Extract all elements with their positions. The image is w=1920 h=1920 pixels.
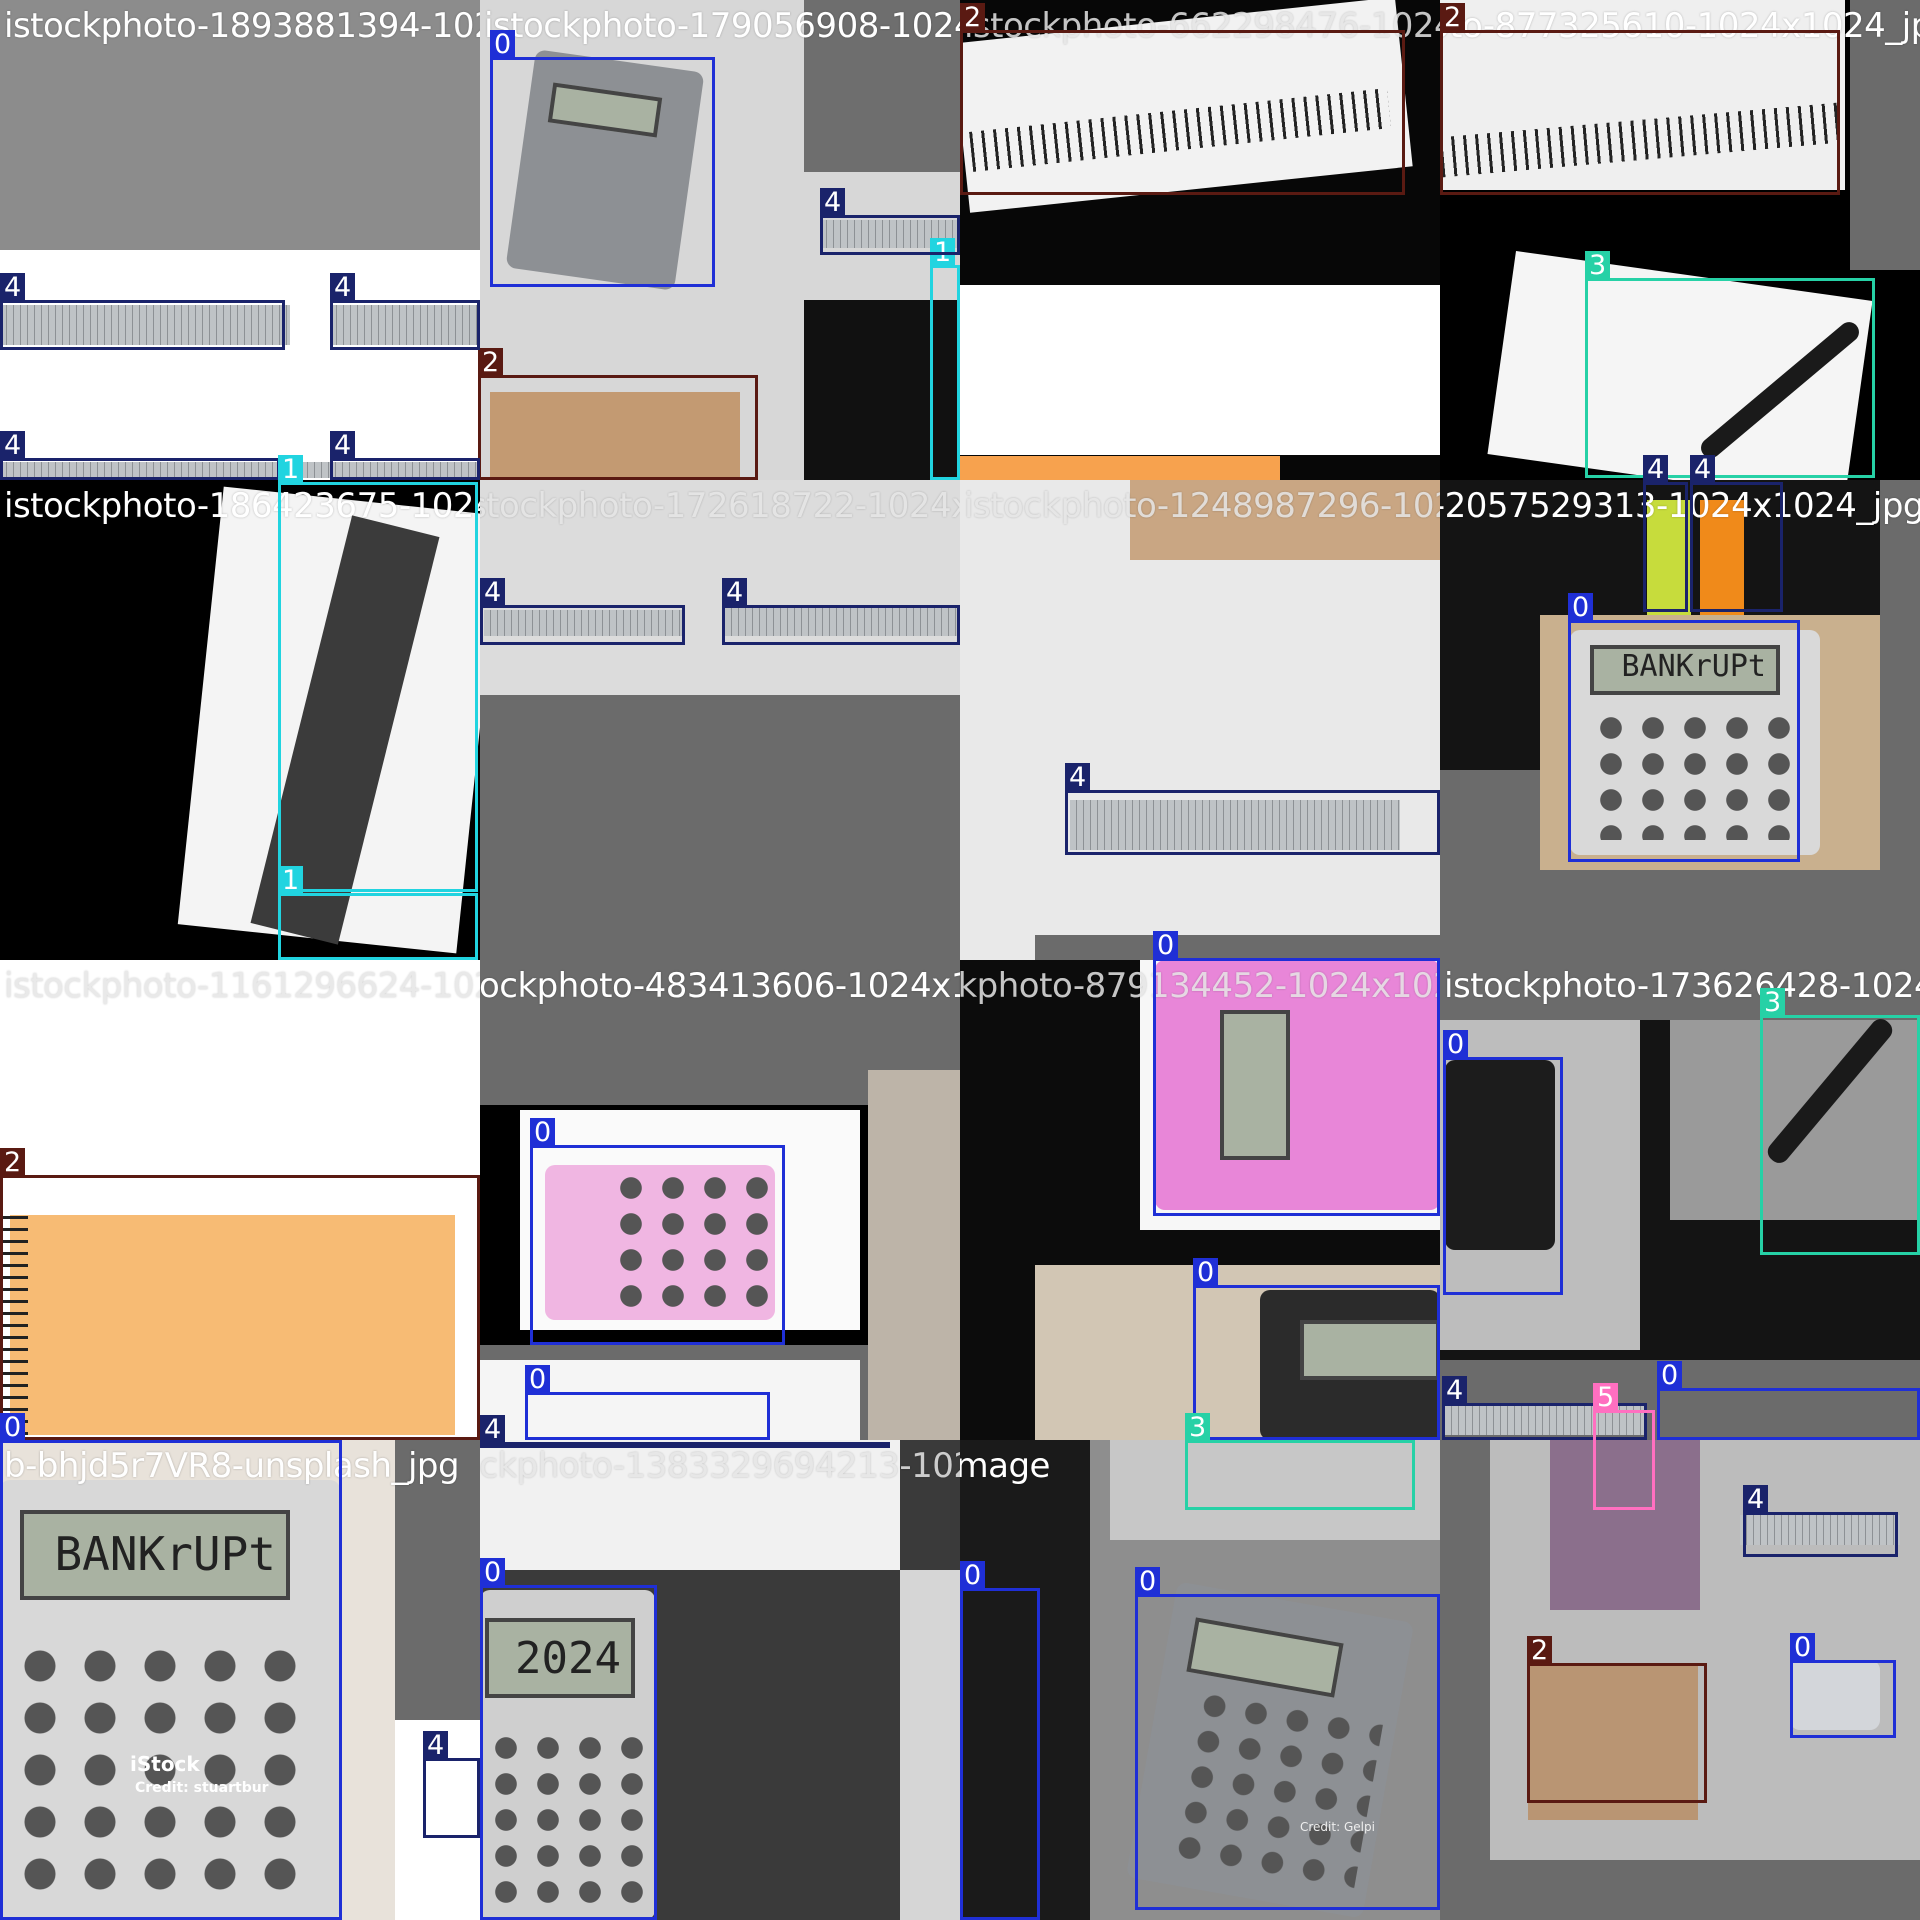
gray-panel <box>1035 935 1440 960</box>
orange-notebook <box>960 456 1280 480</box>
white-panel <box>0 900 85 960</box>
detection-box: 3 <box>1185 1413 1415 1510</box>
detection-box: 0 <box>1790 1633 1896 1738</box>
class-label: 0 <box>480 1558 506 1588</box>
class-label: 1 <box>278 866 304 896</box>
class-label: 0 <box>490 30 516 60</box>
class-label: 4 <box>1065 763 1091 793</box>
class-label: 2 <box>0 1148 26 1178</box>
detection-box: 0 <box>1153 931 1440 1216</box>
tile-filename: istockphoto-1383329694213-1024x1024_jpg <box>480 1446 960 1486</box>
detection-box: 0 <box>480 1558 657 1920</box>
class-label: 0 <box>1790 1633 1816 1663</box>
tile-r2c3: istockphoto-1248987296-1024x1024_jpg <box>960 480 1440 960</box>
detection-box: 0 <box>0 1413 342 1920</box>
class-label: 0 <box>1568 593 1594 623</box>
class-label: 1 <box>278 455 304 485</box>
tile-filename: istockphoto-173626428-1024x1024_jpg <box>1444 966 1920 1006</box>
class-label: 4 <box>0 431 26 461</box>
class-label: 2 <box>960 3 986 33</box>
detection-box: 4 <box>0 431 280 480</box>
tile-r1c1: istockphoto-1893881394-1024x1024_jpg <box>0 0 480 480</box>
class-label: 3 <box>1760 988 1786 1018</box>
class-label: 4 <box>480 1415 506 1445</box>
class-label: 3 <box>1585 251 1611 281</box>
class-label: 4 <box>1643 455 1669 485</box>
detection-box: 1 <box>278 455 478 892</box>
class-label: 4 <box>722 578 748 608</box>
class-label: 0 <box>525 1365 551 1395</box>
class-label: 4 <box>330 273 356 303</box>
class-label: 0 <box>960 1561 986 1591</box>
class-label: 4 <box>820 188 846 218</box>
class-label: 0 <box>1443 1030 1469 1060</box>
detection-box: 2 <box>478 348 758 480</box>
detection-box: 4 <box>330 431 480 480</box>
class-label: 0 <box>1135 1567 1161 1597</box>
detection-box: 4 <box>0 273 285 350</box>
tile-filename: istockphoto-1893881394-1024x1024_jpg <box>4 6 480 46</box>
detection-box: 2 <box>1440 3 1840 195</box>
detection-box: 0 <box>490 30 715 287</box>
tile-filename: istockphoto-179056908-1024x1024_jpg <box>484 6 960 46</box>
mosaic-grid: istockphoto-1893881394-1024x1024_jpg ist… <box>0 0 1920 1920</box>
detection-box: 0 <box>530 1118 785 1345</box>
class-label: 4 <box>480 578 506 608</box>
class-label: 4 <box>330 431 356 461</box>
tile-filename: istockphoto-1248987296-1024x1024_jpg <box>964 486 1440 526</box>
detection-box: 4 <box>1690 455 1783 612</box>
class-label: 5 <box>1593 1383 1619 1413</box>
wood-table <box>868 1070 960 1440</box>
class-label: 0 <box>0 1413 26 1443</box>
detection-box: 0 <box>1193 1258 1440 1440</box>
gray-panel <box>900 1570 960 1920</box>
detection-box: 2 <box>1527 1636 1707 1803</box>
detection-box: 2 <box>960 3 1405 195</box>
class-label: 0 <box>530 1118 556 1148</box>
tile-filename: WhatsApp_Image <box>960 1446 1050 1486</box>
detection-box: 0 <box>525 1365 770 1440</box>
detection-box: 2 <box>0 1148 480 1440</box>
detection-box: 5 <box>1593 1383 1655 1510</box>
tile-r2c2: istockphoto-172618722-1024x1024_jpg <box>480 480 960 960</box>
class-label: 2 <box>1440 3 1466 33</box>
detection-box: 4 <box>480 578 685 645</box>
detection-box: 0 <box>1657 1361 1920 1440</box>
white-panel <box>960 285 1440 455</box>
class-label: 0 <box>1657 1361 1683 1391</box>
tile-filename: istockphoto-1161296624-1024x1024_jpg <box>4 966 480 1006</box>
detection-box: 0 <box>1135 1567 1440 1910</box>
detection-box: 3 <box>1585 251 1875 478</box>
class-label: 0 <box>1193 1258 1219 1288</box>
class-label: 4 <box>1690 455 1716 485</box>
detection-box: 1 <box>930 238 960 480</box>
class-label: 2 <box>478 348 504 378</box>
detection-box: 3 <box>1760 988 1920 1255</box>
class-label: 4 <box>1442 1376 1468 1406</box>
detection-box: 4 <box>1743 1485 1898 1557</box>
detection-box: 0 <box>1568 593 1800 862</box>
tile-filename: istockphoto-483413606-1024x1024_jpg <box>480 966 960 1006</box>
detection-box: 4 <box>1065 763 1440 855</box>
class-label: 0 <box>1153 931 1179 961</box>
detection-box: 0 <box>1443 1030 1563 1295</box>
detection-box: 1 <box>278 866 478 960</box>
class-label: 4 <box>1743 1485 1769 1515</box>
tile-filename: istockphoto-172618722-1024x1024_jpg <box>480 486 960 526</box>
class-label: 4 <box>0 273 26 303</box>
detection-box: 4 <box>423 1731 480 1838</box>
class-label: 3 <box>1185 1413 1211 1443</box>
detection-box: 4 <box>722 578 960 645</box>
class-label: 2 <box>1527 1636 1553 1666</box>
detection-box: 4 <box>330 273 480 350</box>
detection-box: 4 <box>1643 455 1688 612</box>
detection-box: 4 <box>820 188 960 255</box>
detection-box: 4 <box>480 1415 890 1448</box>
detection-box: 0 <box>960 1561 1040 1920</box>
class-label: 4 <box>423 1731 449 1761</box>
